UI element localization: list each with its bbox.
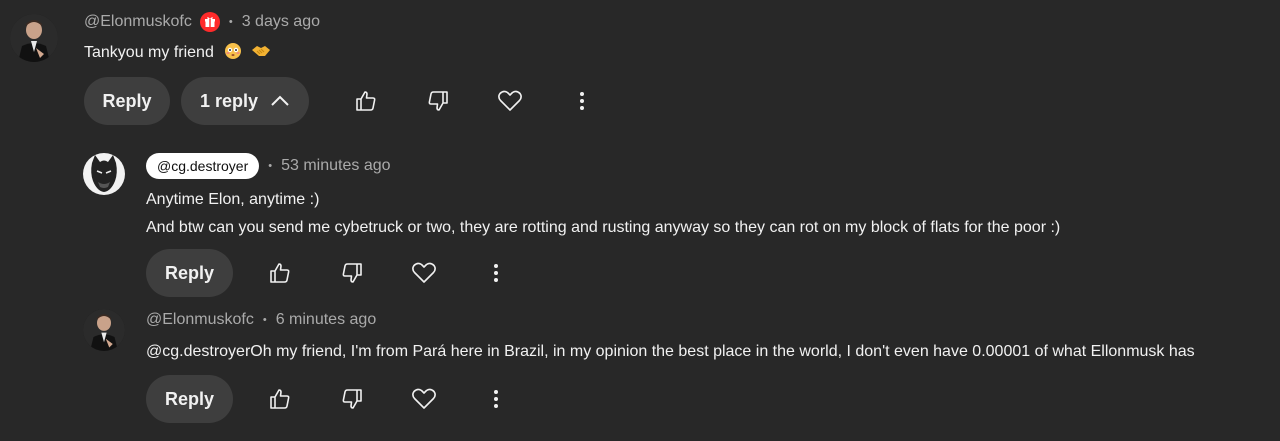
avatar-elon[interactable] — [83, 309, 125, 351]
chevron-up-icon — [270, 95, 290, 107]
toggle-replies-button[interactable]: 1 reply — [181, 77, 309, 125]
heart-button[interactable] — [490, 81, 530, 121]
separator-dot: • — [262, 314, 267, 326]
avatar-cg-destroyer[interactable] — [83, 153, 125, 195]
more-actions-button[interactable] — [476, 379, 516, 419]
reply-button-label: Reply — [164, 388, 215, 409]
more-actions-button[interactable] — [476, 253, 516, 293]
avatar-elon-image — [10, 14, 58, 62]
comment-time[interactable]: 3 days ago — [242, 13, 320, 31]
more-vert-icon — [494, 390, 498, 408]
thumb-down-icon — [342, 263, 362, 283]
handshake-emoji — [251, 42, 271, 70]
thumb-down-icon — [428, 91, 448, 111]
like-button[interactable] — [260, 379, 300, 419]
heart-icon — [498, 90, 522, 111]
author-name-chip[interactable]: @cg.destroyer — [146, 152, 260, 179]
avatar-cg-destroyer-image — [83, 153, 125, 195]
reply-text-line-1: Anytime Elon, anytime :) — [146, 191, 320, 208]
heart-icon — [412, 388, 436, 409]
gift-icon — [199, 12, 220, 32]
thumb-up-icon — [270, 263, 290, 283]
more-vert-icon — [580, 92, 584, 110]
replies-count-label: 1 reply — [199, 90, 259, 111]
avatar-elon[interactable] — [10, 14, 58, 62]
reply-button[interactable]: Reply — [84, 77, 170, 125]
separator-dot: • — [228, 16, 233, 28]
like-button[interactable] — [346, 81, 386, 121]
reply-text-line-2: And btw can you send me cybetruck or two… — [146, 219, 1061, 236]
dislike-button[interactable] — [332, 379, 372, 419]
reply-time[interactable]: 53 minutes ago — [281, 157, 390, 175]
reply-time[interactable]: 6 minutes ago — [276, 311, 377, 329]
comment-body: Tankyou my friend — [84, 39, 271, 70]
more-actions-button[interactable] — [562, 81, 602, 121]
thumb-up-icon — [270, 389, 290, 409]
reply-button[interactable]: Reply — [146, 249, 233, 297]
separator-dot: • — [268, 159, 273, 172]
like-button[interactable] — [260, 253, 300, 293]
reply-button-label: Reply — [102, 90, 152, 111]
avatar-elon-image — [83, 309, 125, 351]
more-vert-icon — [494, 264, 498, 282]
thumb-up-icon — [356, 91, 376, 111]
flushed-face-emoji — [224, 42, 242, 70]
heart-button[interactable] — [404, 253, 444, 293]
comment-text: Tankyou my friend — [84, 44, 214, 61]
author-name[interactable]: @Elonmuskofc — [146, 311, 254, 329]
reply-button-label: Reply — [164, 262, 215, 283]
heart-icon — [412, 262, 436, 283]
author-name[interactable]: @Elonmuskofc — [84, 13, 192, 31]
dislike-button[interactable] — [418, 81, 458, 121]
heart-button[interactable] — [404, 379, 444, 419]
dislike-button[interactable] — [332, 253, 372, 293]
thumb-down-icon — [342, 389, 362, 409]
reply-button[interactable]: Reply — [146, 375, 233, 423]
reply-text: @cg.destroyerOh my friend, I'm from Pará… — [146, 343, 1195, 360]
reply-body: @cg.destroyerOh my friend, I'm from Pará… — [146, 338, 1195, 366]
reply-meta: @cg.destroyer • 53 minutes ago — [146, 151, 391, 180]
reply-meta: @Elonmuskofc • 6 minutes ago — [146, 309, 376, 331]
reply-body: Anytime Elon, anytime :) And btw can you… — [146, 186, 1060, 242]
comment-meta: @Elonmuskofc • 3 days ago — [84, 11, 320, 33]
